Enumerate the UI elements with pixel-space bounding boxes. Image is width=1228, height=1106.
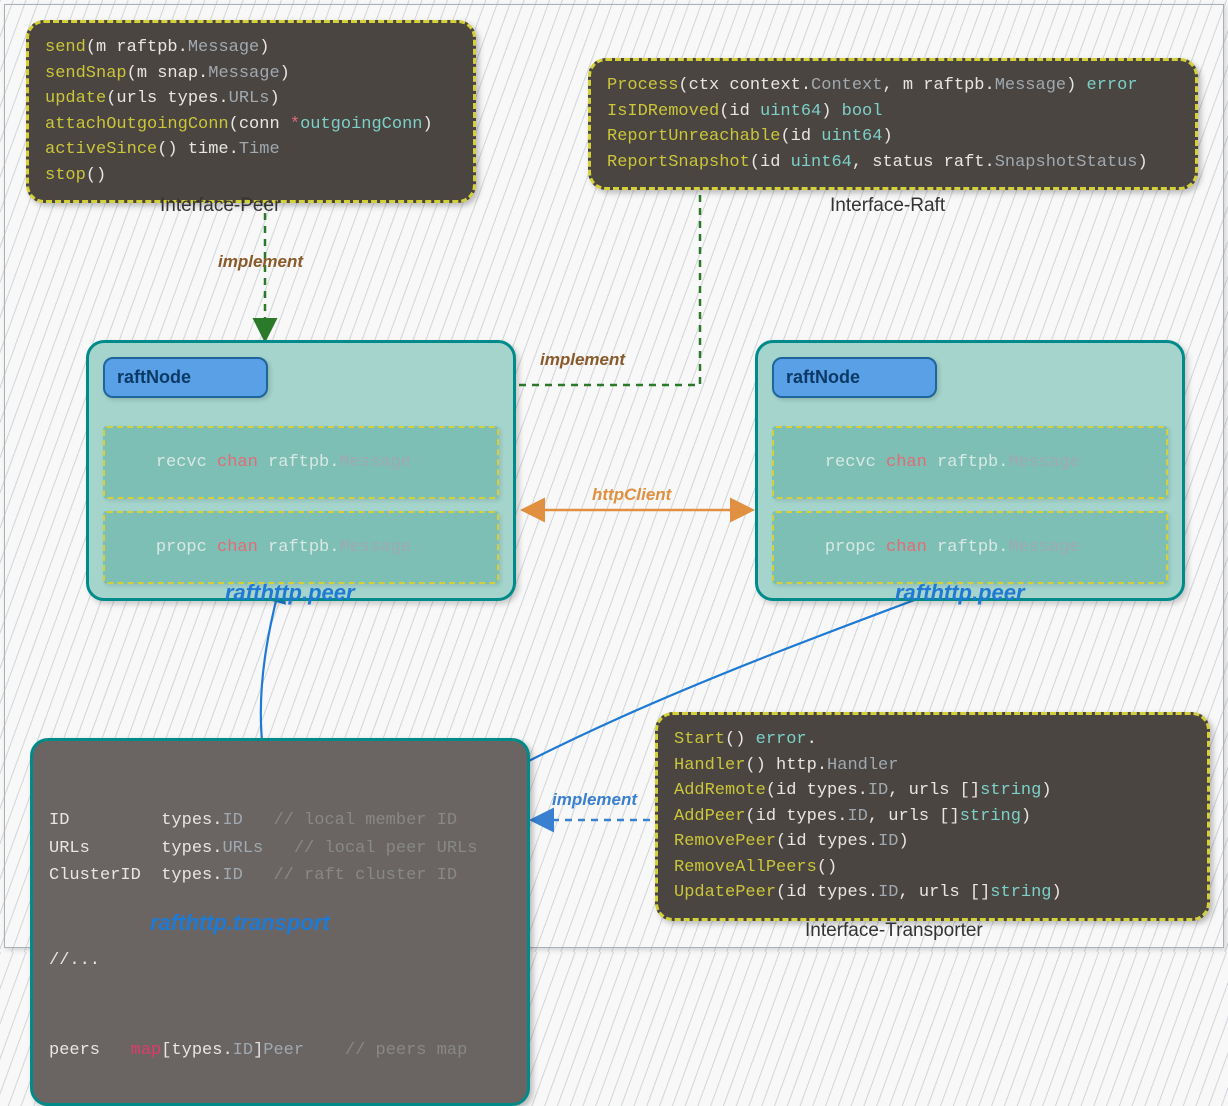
propc-kw: chan <box>217 538 258 557</box>
t-peers-name: peers <box>49 1041 100 1060</box>
peer-right-propc-row: propc chan raftpb.Message <box>772 511 1168 584</box>
interface-transporter-code: Start() error.Handler() http.HandlerAddR… <box>674 727 1191 906</box>
recvc-name-r: recvc <box>825 453 876 472</box>
label-implement-peer: implement <box>218 252 303 272</box>
propc-type-r: Message <box>1008 538 1079 557</box>
peer-right-title: rafthttp.peer <box>895 580 1025 606</box>
propc-kw-r: chan <box>886 538 927 557</box>
t-peers-peer: Peer <box>263 1041 304 1060</box>
recvc-kw-r: chan <box>886 453 927 472</box>
interface-raft-title: Interface-Raft <box>830 195 945 217</box>
interface-peer-box: send(m raftpb.Message)sendSnap(m snap.Me… <box>26 20 476 203</box>
interface-peer-code: send(m raftpb.Message)sendSnap(m snap.Me… <box>45 35 457 188</box>
interface-peer-title: Interface-Peer <box>160 195 280 217</box>
label-implement-transporter: implement <box>552 790 637 810</box>
propc-pkg: raftpb <box>268 538 329 557</box>
transport-title: rafthttp.transport <box>150 910 330 936</box>
recvc-kw: chan <box>217 453 258 472</box>
propc-name-r: propc <box>825 538 876 557</box>
raft-node-right: raftNode <box>772 357 937 398</box>
interface-raft-box: Process(ctx context.Context, m raftpb.Me… <box>588 58 1198 190</box>
peer-right-recvc-row: recvc chan raftpb.Message <box>772 426 1168 499</box>
transport-ellipsis: //... <box>49 947 511 974</box>
t-peers-map: map <box>131 1041 162 1060</box>
t-peers-close: ] <box>253 1041 263 1060</box>
interface-raft-code: Process(ctx context.Context, m raftpb.Me… <box>607 73 1179 175</box>
propc-type: Message <box>339 538 410 557</box>
label-implement-raft: implement <box>540 350 625 370</box>
peer-right-box: raftNode recvc chan raftpb.Message propc… <box>755 340 1185 601</box>
recvc-pkg-r: raftpb <box>937 453 998 472</box>
t-peers-comment: // peers map <box>345 1041 467 1060</box>
recvc-type-r: Message <box>1008 453 1079 472</box>
interface-transporter-box: Start() error.Handler() http.HandlerAddR… <box>655 712 1210 921</box>
t-peers-mid: [types. <box>161 1041 232 1060</box>
propc-name: propc <box>156 538 207 557</box>
peer-left-box: raftNode recvc chan raftpb.Message propc… <box>86 340 516 601</box>
t-peers-id: ID <box>233 1041 253 1060</box>
recvc-name: recvc <box>156 453 207 472</box>
propc-pkg-r: raftpb <box>937 538 998 557</box>
peer-left-title: rafthttp.peer <box>225 580 355 606</box>
peer-left-recvc-row: recvc chan raftpb.Message <box>103 426 499 499</box>
transport-peers-line: peers map[types.ID]Peer // peers map <box>49 1037 511 1064</box>
transport-rows: ID types.ID // local member IDURLs types… <box>49 807 511 889</box>
peer-left-propc-row: propc chan raftpb.Message <box>103 511 499 584</box>
interface-transporter-title: Interface-Transporter <box>805 920 983 942</box>
label-http-client: httpClient <box>592 485 671 505</box>
recvc-pkg: raftpb <box>268 453 329 472</box>
raft-node-left: raftNode <box>103 357 268 398</box>
recvc-type: Message <box>339 453 410 472</box>
